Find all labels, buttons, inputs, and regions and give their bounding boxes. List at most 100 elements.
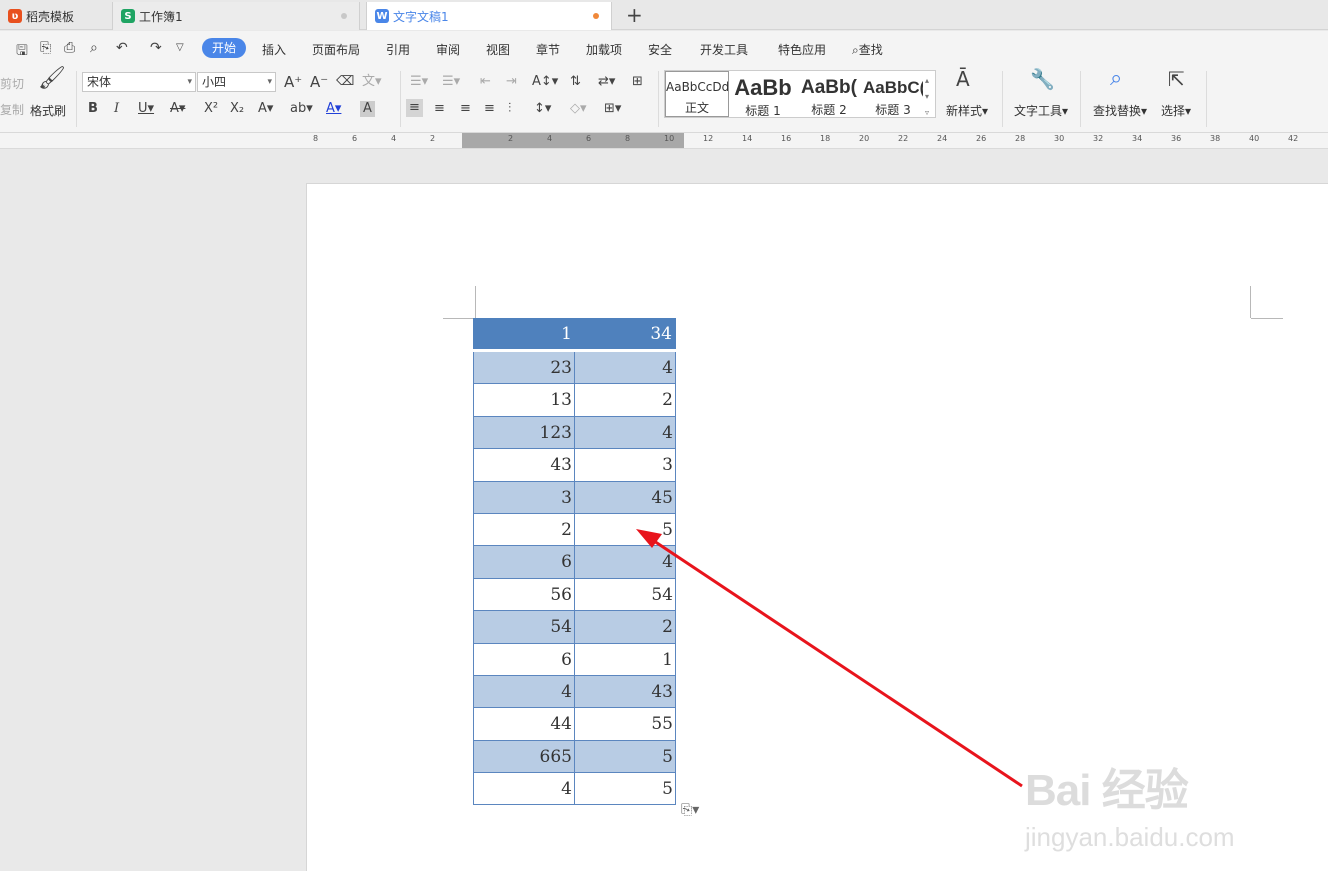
- table-cell[interactable]: 44: [474, 708, 575, 740]
- table-cell[interactable]: 56: [474, 578, 575, 611]
- table-cell[interactable]: 6: [474, 643, 575, 675]
- justify-icon[interactable]: ≡: [484, 101, 495, 117]
- redo-icon[interactable]: ↷: [150, 40, 162, 56]
- menu-chapter[interactable]: 章节: [536, 41, 560, 58]
- menu-page-layout[interactable]: 页面布局: [312, 41, 360, 58]
- table-row[interactable]: 23 4: [473, 352, 676, 385]
- table-cell[interactable]: 1: [473, 318, 574, 349]
- table-cell[interactable]: 665: [474, 740, 575, 773]
- select-button[interactable]: 选择▾: [1161, 102, 1191, 119]
- table-cell[interactable]: 1: [575, 644, 675, 675]
- font-name-select[interactable]: 宋体: [82, 72, 196, 92]
- menu-addins[interactable]: 加载项: [586, 41, 622, 58]
- menu-review[interactable]: 审阅: [436, 41, 460, 58]
- table-cell[interactable]: 2: [474, 513, 575, 546]
- borders-icon[interactable]: ⊞▾: [604, 101, 621, 117]
- numbering-icon[interactable]: ☰▾: [442, 74, 460, 90]
- tab-workbook[interactable]: S 工作簿1: [112, 2, 360, 30]
- italic-icon[interactable]: I: [114, 101, 119, 117]
- align-right-icon[interactable]: ≡: [460, 101, 471, 117]
- table-row[interactable]: 54 2: [473, 611, 676, 644]
- line-spacing-option-icon[interactable]: ⇄▾: [598, 74, 615, 90]
- decrease-indent-icon[interactable]: ⇤: [480, 74, 491, 90]
- subscript-icon[interactable]: X₂: [230, 101, 244, 117]
- table-cell[interactable]: 4: [575, 546, 675, 577]
- table-cell[interactable]: 55: [575, 708, 675, 739]
- print-icon[interactable]: ⎙: [64, 40, 75, 56]
- format-painter-icon[interactable]: 🖌: [38, 68, 66, 90]
- menu-view[interactable]: 视图: [486, 41, 510, 58]
- style-heading-1[interactable]: AaBb 标题 1: [731, 71, 795, 118]
- text-tools-button[interactable]: 文字工具▾: [1014, 102, 1068, 119]
- increase-indent-icon[interactable]: ⇥: [506, 74, 517, 90]
- table-cell[interactable]: 2: [575, 384, 675, 415]
- bullets-icon[interactable]: ☰▾: [410, 74, 428, 90]
- find-replace-icon[interactable]: ⌕: [1110, 68, 1122, 90]
- table-row[interactable]: 64: [473, 546, 676, 579]
- table-cell[interactable]: 5: [575, 741, 675, 772]
- font-color-icon[interactable]: A▾: [326, 101, 341, 117]
- table-cell[interactable]: 123: [474, 416, 575, 449]
- menu-references[interactable]: 引用: [386, 41, 410, 58]
- menu-developer[interactable]: 开发工具: [700, 41, 748, 58]
- table-cell[interactable]: 45: [575, 482, 675, 513]
- table-cell[interactable]: 5: [575, 514, 675, 545]
- table-cell[interactable]: 43: [575, 676, 675, 707]
- table-cell[interactable]: 13: [474, 384, 575, 416]
- table-row[interactable]: 44 55: [473, 708, 676, 741]
- table-cell[interactable]: 4: [474, 675, 575, 708]
- table-row[interactable]: 45: [473, 773, 676, 806]
- horizontal-ruler[interactable]: 8 6 4 2 2 4 6 8 10 12 14 16 18 20 22 24 26 28 30 32 34 36 38 40…: [0, 133, 1328, 149]
- show-marks-icon[interactable]: ⊞: [632, 74, 643, 90]
- tab-document[interactable]: W 文字文稿1: [366, 2, 612, 30]
- distribute-icon[interactable]: ⫶: [508, 101, 511, 117]
- text-effect-icon[interactable]: A▾: [258, 101, 273, 117]
- font-size-select[interactable]: 小四: [197, 72, 276, 92]
- export-pdf-icon[interactable]: ⎘: [40, 40, 51, 56]
- style-heading-3[interactable]: AaBbC( 标题 3: [863, 71, 923, 117]
- style-normal[interactable]: AaBbCcDd 正文: [665, 71, 729, 117]
- undo-icon[interactable]: ↶: [116, 40, 128, 56]
- menu-insert[interactable]: 插入: [262, 41, 286, 58]
- table-row[interactable]: 123 4: [473, 416, 676, 450]
- table-cell[interactable]: 3: [474, 481, 575, 513]
- style-heading-2[interactable]: AaBb( 标题 2: [797, 71, 861, 117]
- phonetic-icon[interactable]: 文▾: [362, 74, 382, 90]
- table-cell[interactable]: 3: [575, 449, 675, 480]
- line-spacing-icon[interactable]: ↕▾: [534, 101, 551, 117]
- table-cell[interactable]: 43: [474, 449, 575, 481]
- new-style-icon[interactable]: Ā: [956, 69, 970, 89]
- tab-docer[interactable]: ʋ 稻壳模板: [0, 2, 106, 30]
- table-cell[interactable]: 6: [474, 546, 575, 578]
- gallery-scroll-icon[interactable]: ▴ ▾ ▿: [925, 73, 929, 121]
- table-row[interactable]: 56 54: [473, 578, 676, 612]
- new-style-button[interactable]: 新样式▾: [946, 102, 988, 119]
- paste-options-icon[interactable]: ⎘▾: [681, 802, 699, 818]
- new-tab-button[interactable]: +: [626, 3, 643, 27]
- copy-button[interactable]: 复制: [0, 101, 24, 118]
- table-row[interactable]: 25: [473, 513, 676, 547]
- cut-button[interactable]: 剪切: [0, 75, 24, 92]
- table-cell[interactable]: 54: [575, 579, 675, 610]
- table-row[interactable]: 3 45: [473, 481, 676, 514]
- text-direction-icon[interactable]: A↕▾: [532, 74, 558, 90]
- table-row[interactable]: 4 43: [473, 675, 676, 709]
- bold-icon[interactable]: B: [88, 101, 98, 117]
- highlight-icon[interactable]: ab▾: [290, 101, 313, 117]
- clear-format-icon[interactable]: ⌫: [336, 74, 354, 90]
- table-cell[interactable]: 4: [575, 352, 675, 383]
- menu-security[interactable]: 安全: [648, 41, 672, 58]
- menu-special[interactable]: 特色应用: [778, 41, 826, 58]
- find-replace-button[interactable]: 查找替换▾: [1093, 102, 1147, 119]
- sort-icon[interactable]: ⇅: [570, 74, 581, 90]
- table-row[interactable]: 13 2: [473, 384, 676, 417]
- format-painter-label[interactable]: 格式刷: [30, 102, 66, 119]
- table-cell[interactable]: 2: [575, 611, 675, 642]
- data-table[interactable]: 1 34 23 4 13 2 123 4 43 3 3 45 2 5 6 4 56 54 54 2 6 1 4 43 44 55 6…: [473, 318, 676, 806]
- menu-search[interactable]: ⌕查找: [852, 41, 883, 58]
- align-center-icon[interactable]: ≡: [434, 101, 445, 117]
- menu-start[interactable]: 开始: [202, 38, 246, 58]
- strikethrough-icon[interactable]: A▾: [170, 101, 185, 117]
- superscript-icon[interactable]: X²: [204, 101, 218, 117]
- table-row[interactable]: 61: [473, 643, 676, 676]
